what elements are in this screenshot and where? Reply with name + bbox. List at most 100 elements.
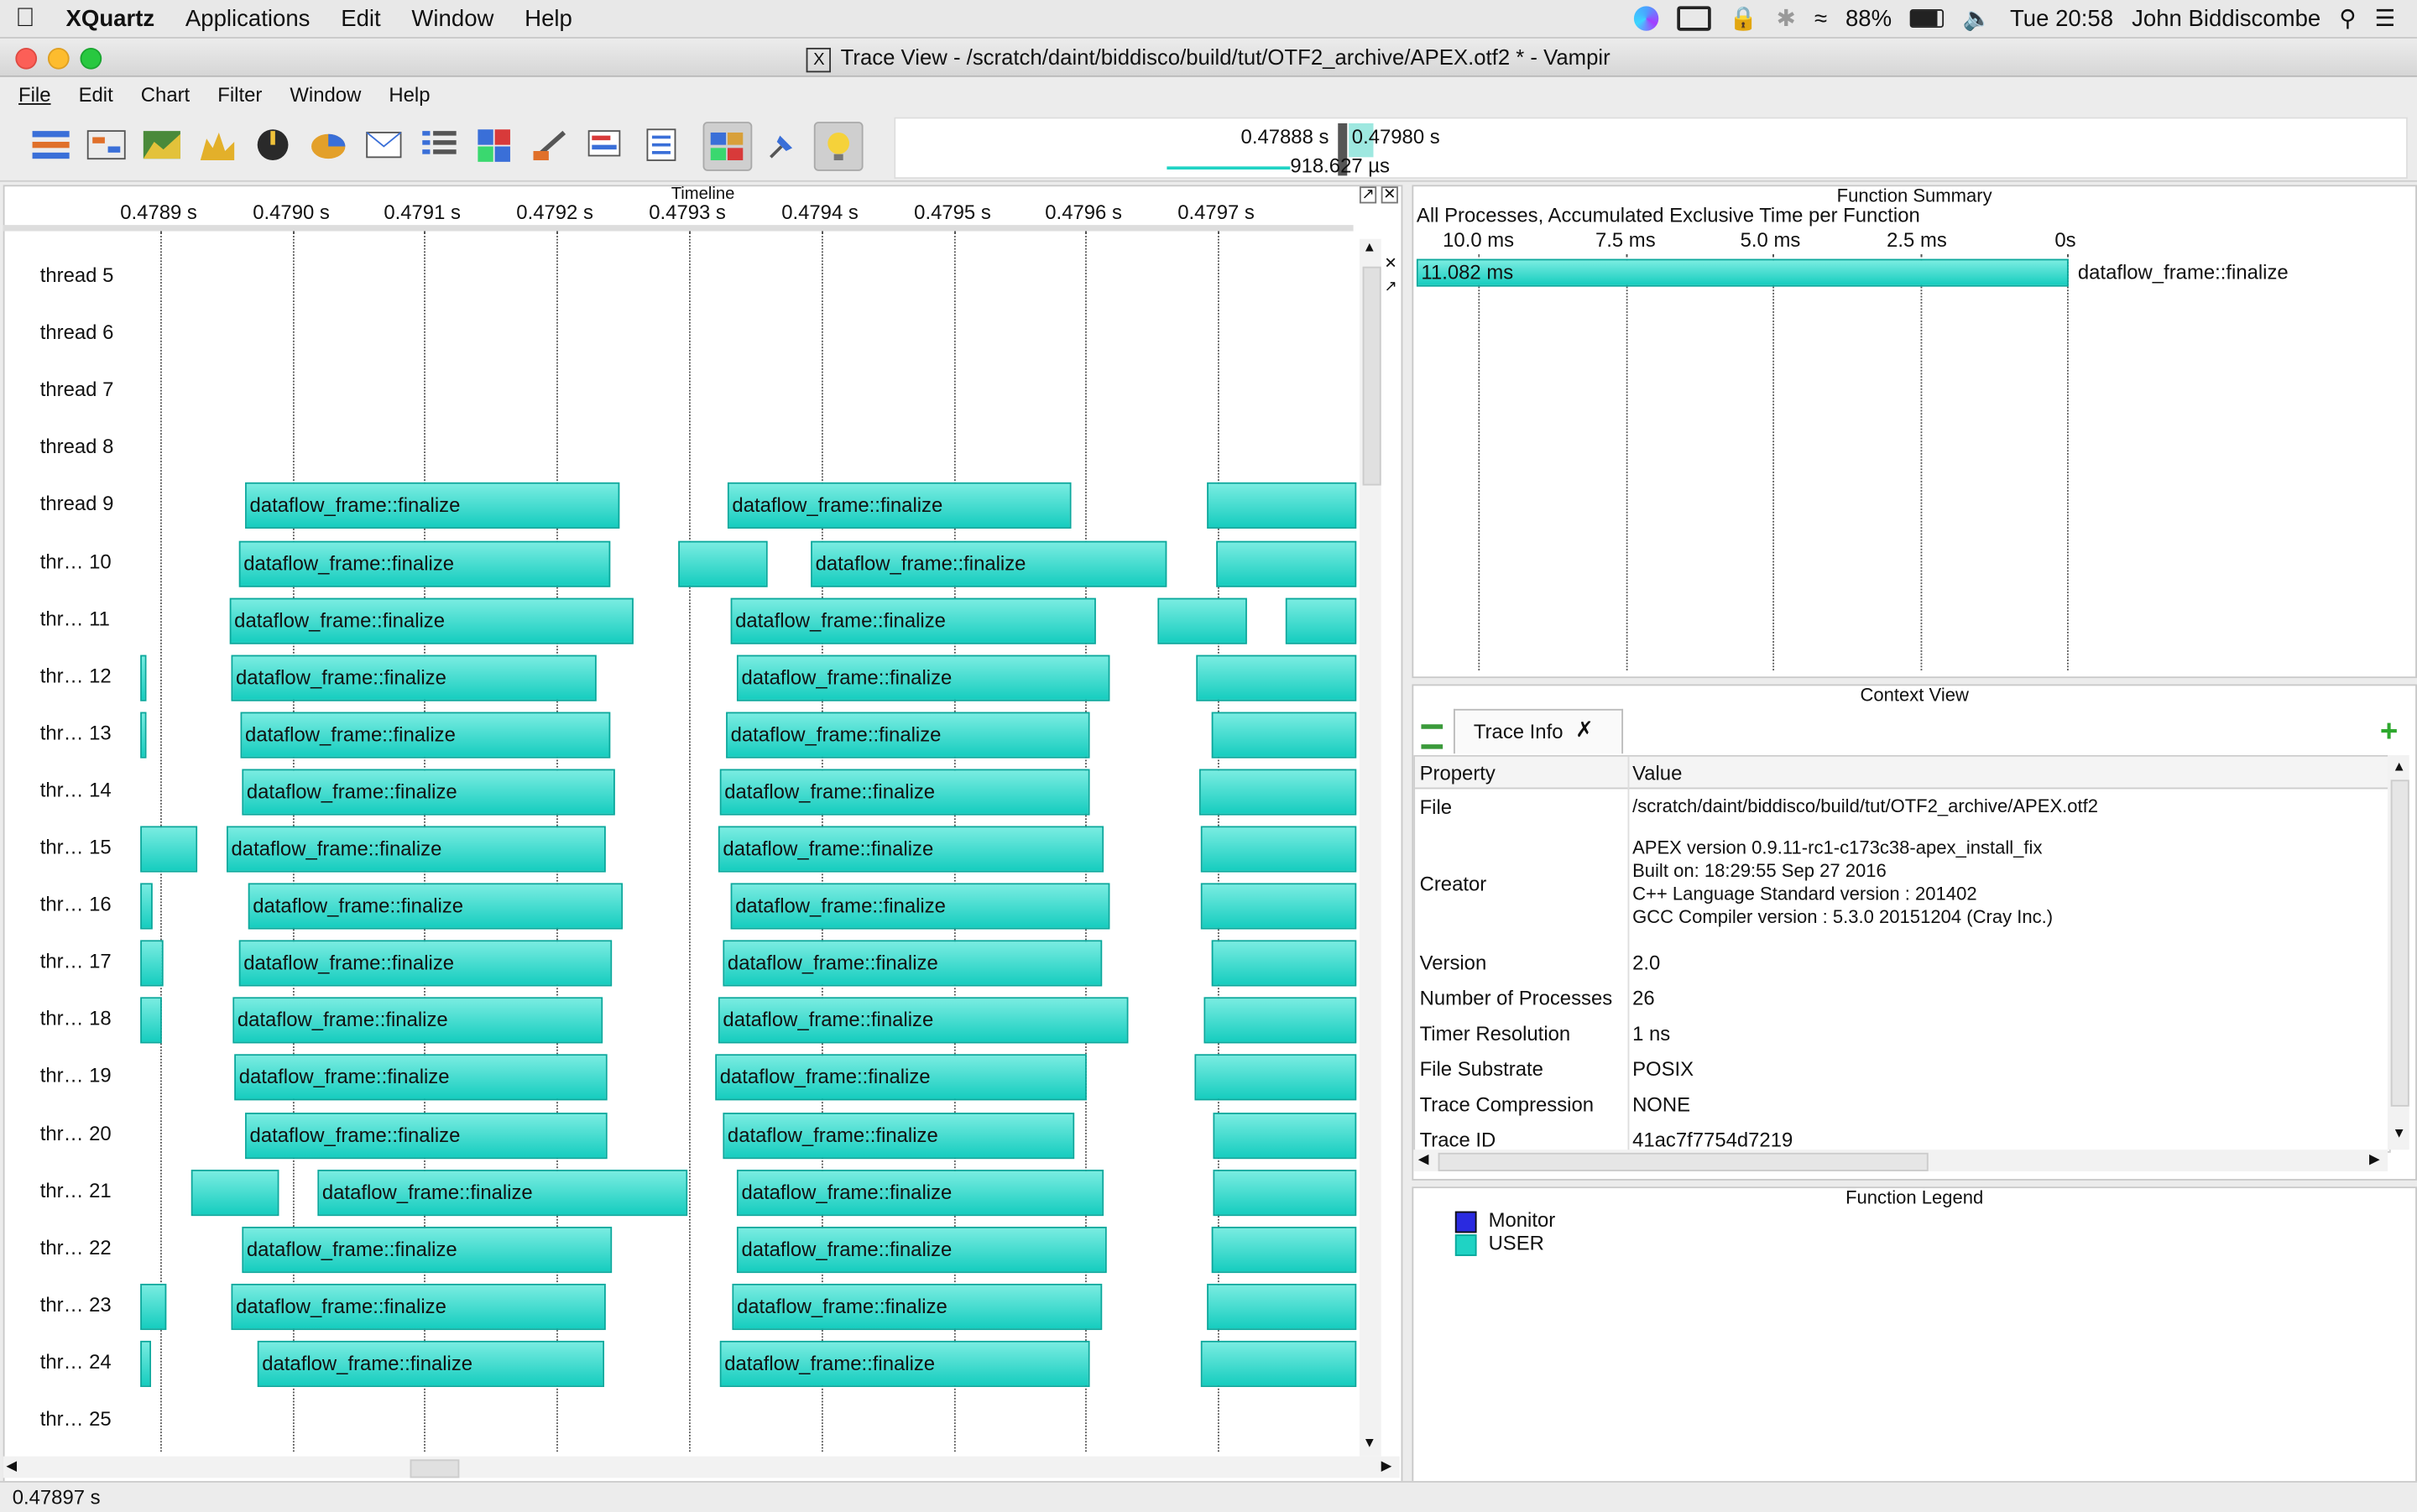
function-bar[interactable] [1200, 826, 1357, 873]
function-bar[interactable] [1211, 940, 1357, 987]
function-bar-dataflow-finalize[interactable]: dataflow_frame::finalize [245, 1112, 608, 1159]
function-bar-dataflow-finalize[interactable]: dataflow_frame::finalize [723, 1112, 1075, 1159]
function-bar-dataflow-finalize[interactable]: dataflow_frame::finalize [257, 1340, 604, 1387]
close-tab-icon[interactable]: ✗ [1575, 717, 1594, 743]
function-bar[interactable] [1213, 1112, 1357, 1159]
function-bar-dataflow-finalize[interactable]: dataflow_frame::finalize [715, 1055, 1087, 1102]
function-bar-dataflow-finalize[interactable]: dataflow_frame::finalize [245, 482, 620, 529]
context-horizontal-scrollbar[interactable]: ◀ ▶ [1413, 1150, 2388, 1171]
battery-percent[interactable]: 88% [1845, 5, 1892, 31]
thread-row-label[interactable]: thread 8 [40, 435, 114, 458]
function-bar[interactable] [1211, 712, 1357, 759]
function-bar[interactable] [140, 940, 164, 987]
col-value-header[interactable]: Value [1632, 761, 1682, 785]
function-bar-dataflow-finalize[interactable]: dataflow_frame::finalize [718, 997, 1129, 1044]
function-bar[interactable] [1203, 997, 1357, 1044]
function-bar-dataflow-finalize[interactable]: dataflow_frame::finalize [231, 1283, 606, 1330]
call-tree-icon[interactable] [527, 122, 573, 168]
function-bar-dataflow-finalize[interactable]: dataflow_frame::finalize [719, 1340, 1090, 1387]
counter-timeline-icon[interactable] [250, 122, 296, 168]
function-summary-bar[interactable]: 11.082 ms [1416, 258, 2069, 287]
thread-row-label[interactable]: thr… 23 [40, 1293, 112, 1316]
function-bar-dataflow-finalize[interactable]: dataflow_frame::finalize [234, 1055, 608, 1102]
function-bar-dataflow-finalize[interactable]: dataflow_frame::finalize [736, 1226, 1107, 1273]
function-bar[interactable] [1200, 883, 1357, 930]
timeline-horizontal-scrollbar[interactable]: ◀ ▶ [3, 1456, 1400, 1478]
user-name[interactable]: John Biddiscombe [2132, 5, 2320, 31]
menu-edit[interactable]: Edit [326, 5, 396, 31]
lock-icon[interactable]: 🔒 [1729, 5, 1757, 32]
function-bar-dataflow-finalize[interactable]: dataflow_frame::finalize [242, 769, 615, 816]
function-bar[interactable] [1207, 482, 1357, 529]
communication-matrix-icon[interactable] [472, 122, 518, 168]
function-bar-dataflow-finalize[interactable]: dataflow_frame::finalize [248, 883, 624, 930]
menu-window[interactable]: Window [280, 82, 370, 106]
undock-icon[interactable]: ↗ [1359, 186, 1377, 204]
scroll-left-arrow-icon[interactable]: ◀ [6, 1458, 17, 1475]
process-summary-icon[interactable] [416, 122, 462, 168]
thread-row-label[interactable]: thr… 18 [40, 1007, 112, 1030]
function-bar-dataflow-finalize[interactable]: dataflow_frame::finalize [730, 883, 1110, 930]
function-bar-dataflow-finalize[interactable]: dataflow_frame::finalize [238, 940, 613, 987]
thread-row-label[interactable]: thr… 12 [40, 664, 112, 687]
thread-row-label[interactable]: thr… 16 [40, 893, 112, 916]
marker-view-icon[interactable] [638, 122, 684, 168]
ctx-scroll-thumb[interactable] [2390, 779, 2409, 1107]
add-tab-icon[interactable]: + [2380, 715, 2398, 750]
master-timeline-icon[interactable] [28, 122, 74, 168]
wifi-icon[interactable]: ≈ [1814, 5, 1827, 31]
scroll-right-arrow-icon[interactable]: ▶ [1381, 1458, 1392, 1475]
vertical-scroll-thumb[interactable] [1362, 266, 1381, 486]
thread-row-label[interactable]: thr… 13 [40, 721, 112, 744]
battery-icon[interactable] [1910, 9, 1945, 29]
function-bar[interactable] [140, 1340, 151, 1387]
scroll-down-arrow-icon[interactable]: ▼ [1363, 1435, 1376, 1450]
menu-edit[interactable]: Edit [70, 82, 123, 106]
function-bar[interactable] [1157, 597, 1247, 644]
spotlight-icon[interactable]: ⚲ [2339, 5, 2356, 32]
function-bar-dataflow-finalize[interactable]: dataflow_frame::finalize [226, 826, 606, 873]
thread-row-label[interactable]: thr… 11 [40, 607, 110, 630]
function-summary-icon[interactable] [305, 122, 352, 168]
function-bar[interactable] [1211, 1226, 1357, 1273]
legend-item-monitor[interactable]: Monitor [1454, 1208, 1555, 1233]
function-bar-dataflow-finalize[interactable]: dataflow_frame::finalize [231, 654, 597, 701]
process-timeline-icon[interactable] [83, 122, 129, 168]
function-bar-dataflow-finalize[interactable]: dataflow_frame::finalize [718, 826, 1104, 873]
function-bar-dataflow-finalize[interactable]: dataflow_frame::finalize [238, 540, 611, 587]
function-bar[interactable] [140, 712, 147, 759]
volume-icon[interactable]: 🔈 [1963, 5, 1992, 32]
message-summary-icon[interactable] [361, 122, 407, 168]
app-menu-xquartz[interactable]: XQuartz [50, 5, 170, 31]
menu-help[interactable]: Help [509, 5, 587, 31]
function-bar-dataflow-finalize[interactable]: dataflow_frame::finalize [730, 597, 1096, 644]
thread-row-label[interactable]: thread 9 [40, 493, 114, 516]
function-bar-dataflow-finalize[interactable]: dataflow_frame::finalize [242, 1226, 613, 1273]
function-bar-dataflow-finalize[interactable]: dataflow_frame::finalize [719, 769, 1090, 816]
close-panel-icon[interactable]: ✕ [1381, 186, 1398, 204]
context-vertical-scrollbar[interactable]: ▲ ▼ [2388, 754, 2409, 1150]
thread-row-label[interactable]: thr… 19 [40, 1064, 112, 1087]
bluetooth-icon[interactable]: ✱ [1777, 5, 1796, 32]
lightbulb-icon[interactable] [813, 122, 864, 171]
thread-row-label[interactable]: thr… 21 [40, 1178, 112, 1202]
menu-help[interactable]: Help [379, 82, 439, 106]
timeline-vertical-scrollbar[interactable]: ▲ ▼ [1359, 238, 1381, 1457]
context-menu-icon[interactable] [1421, 724, 1443, 749]
thread-row-label[interactable]: thr… 14 [40, 778, 112, 801]
function-bar[interactable] [1196, 654, 1357, 701]
function-bar[interactable] [1198, 769, 1357, 816]
ctx-scroll-right-icon[interactable]: ▶ [2369, 1151, 2380, 1168]
function-bar-dataflow-finalize[interactable]: dataflow_frame::finalize [723, 940, 1103, 987]
thread-row-label[interactable]: thread 5 [40, 263, 114, 287]
function-bar-dataflow-finalize[interactable]: dataflow_frame::finalize [811, 540, 1167, 587]
thread-row-label[interactable]: thr… 22 [40, 1235, 112, 1259]
context-view-icon[interactable] [582, 122, 629, 168]
function-bar-dataflow-finalize[interactable]: dataflow_frame::finalize [232, 997, 603, 1044]
filter-icon[interactable] [702, 122, 753, 171]
scroll-up-arrow-icon[interactable]: ▲ [1363, 239, 1376, 254]
display-icon[interactable] [1676, 6, 1711, 31]
col-property-header[interactable]: Property [1420, 761, 1496, 785]
function-bar[interactable] [1194, 1055, 1357, 1102]
function-bar[interactable] [191, 1169, 279, 1216]
